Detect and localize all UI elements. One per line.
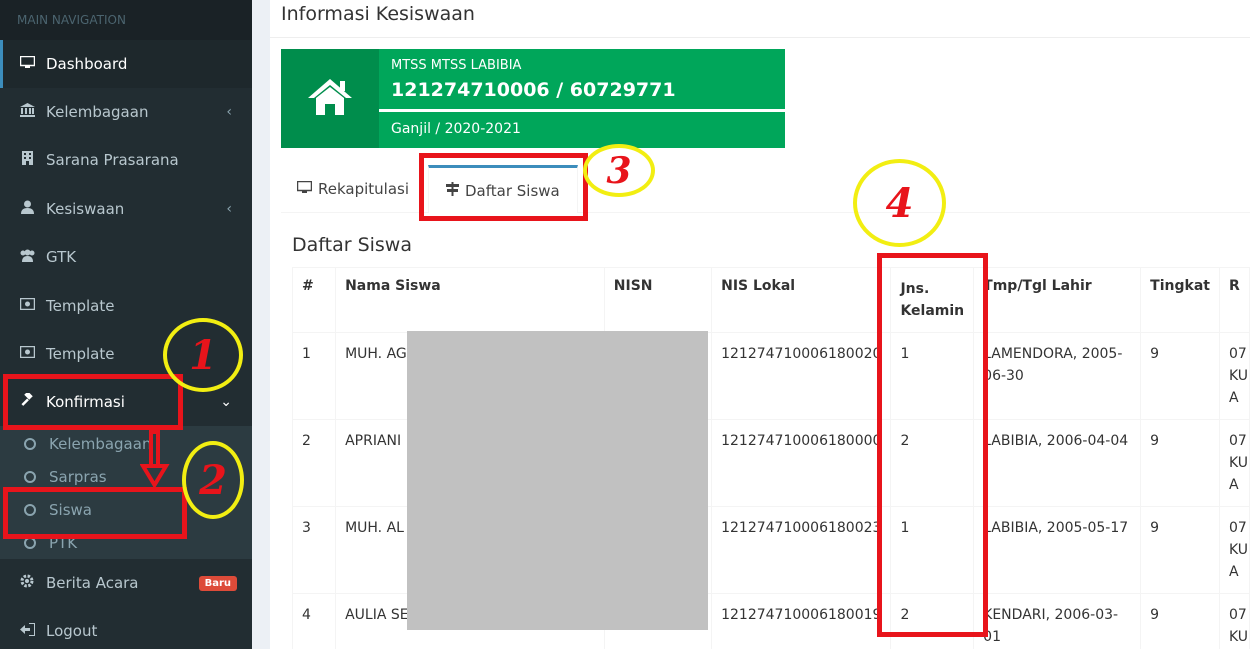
annotation-number: 1 xyxy=(189,331,217,379)
cell-number: 1 xyxy=(291,332,337,420)
column-header[interactable]: Tmp/Tgl Lahir xyxy=(973,267,1142,333)
user-icon xyxy=(18,200,36,218)
sidebar-item-label: Kelembagaan xyxy=(46,103,149,121)
annotation-box-konfirmasi xyxy=(3,374,183,430)
sidebar-item-sarana-prasarana[interactable]: Sarana Prasarana xyxy=(0,136,252,184)
column-header[interactable]: Tingkat xyxy=(1140,267,1220,333)
submenu-item-label: Sarpras xyxy=(49,467,107,486)
cell-r: 07 KU A xyxy=(1218,506,1250,594)
sidebar-item-label: Template xyxy=(46,297,115,315)
progress-bar xyxy=(379,109,785,112)
sidebar-item-gtk[interactable]: GTK xyxy=(0,233,252,281)
cell-birth: LABIBIA, 2006-04-04 xyxy=(973,419,1142,507)
cell-nis-lokal: 121274710006180020 xyxy=(711,332,892,420)
column-header[interactable]: R xyxy=(1218,267,1250,333)
redaction-block xyxy=(407,331,708,630)
school-semester: Ganjil / 2020-2021 xyxy=(391,121,521,137)
cell-grade: 9 xyxy=(1140,332,1220,420)
users-icon xyxy=(18,249,36,266)
sidebar-item-label: Dashboard xyxy=(46,55,128,73)
cog-icon xyxy=(18,574,36,592)
cell-r: 07 KU A xyxy=(1218,332,1250,420)
cell-grade: 9 xyxy=(1140,419,1220,507)
sidebar-item-label: Template xyxy=(46,345,115,363)
sidebar-item-kelembagaan[interactable]: Kelembagaan ‹ xyxy=(0,88,252,136)
annotation-number: 4 xyxy=(885,179,914,227)
column-header[interactable]: Nama Siswa xyxy=(335,267,605,333)
page-title: Informasi Kesiswaan xyxy=(281,3,475,25)
cell-r: 07 KU A xyxy=(1218,593,1250,649)
column-header[interactable]: NIS Lokal xyxy=(711,267,892,333)
school-name: MTSS MTSS LABIBIA xyxy=(391,58,522,73)
annotation-number: 3 xyxy=(606,149,632,192)
annotation-box-jns-kelamin xyxy=(877,253,988,637)
tab-label: Rekapitulasi xyxy=(318,180,410,198)
cell-grade: 9 xyxy=(1140,506,1220,594)
cell-r: 07 KU A xyxy=(1218,419,1250,507)
annotation-circle-3: 3 xyxy=(583,144,655,197)
logout-icon xyxy=(18,621,36,640)
column-header[interactable]: # xyxy=(291,267,337,333)
annotation-circle-1: 1 xyxy=(163,318,243,392)
new-badge: Baru xyxy=(198,575,237,591)
chevron-left-icon: ‹ xyxy=(226,104,232,120)
cell-number: 2 xyxy=(291,419,337,507)
sidebar-item-label: Sarana Prasarana xyxy=(46,151,179,169)
cell-birth: KENDARI, 2006-03-01 xyxy=(973,593,1142,649)
cell-birth: LABIBIA, 2005-05-17 xyxy=(973,506,1142,594)
circle-icon xyxy=(24,470,36,483)
image-icon xyxy=(18,345,36,362)
cell-number: 4 xyxy=(291,593,337,649)
chevron-down-icon: ⌄ xyxy=(220,394,232,410)
sidebar-item-label: Logout xyxy=(46,622,98,640)
sidebar-item-label: GTK xyxy=(46,248,77,266)
sidebar-item-dashboard[interactable]: Dashboard xyxy=(0,40,252,88)
cell-nis-lokal: 121274710006180000 xyxy=(711,419,892,507)
sidebar-header: MAIN NAVIGATION xyxy=(0,0,252,40)
school-info-box: MTSS MTSS LABIBIA 121274710006 / 6072977… xyxy=(281,49,785,148)
home-icon xyxy=(306,77,354,121)
annotation-box-siswa xyxy=(3,487,187,539)
circle-icon xyxy=(24,437,36,450)
annotation-box-daftar-siswa xyxy=(419,153,588,221)
cell-nis-lokal: 121274710006180023 xyxy=(711,506,892,594)
sidebar-item-kesiswaan[interactable]: Kesiswaan ‹ xyxy=(0,185,252,233)
school-icon-box xyxy=(281,49,379,148)
sidebar-item-berita-acara[interactable]: Berita Acara Baru xyxy=(0,559,252,607)
annotation-circle-2: 2 xyxy=(182,441,244,519)
sidebar-item-label: Berita Acara xyxy=(46,574,139,592)
column-header[interactable]: NISN xyxy=(603,267,713,333)
annotation-circle-4: 4 xyxy=(853,159,946,247)
sidebar-item-logout[interactable]: Logout xyxy=(0,607,252,649)
cell-number: 3 xyxy=(291,506,337,594)
cell-birth: LAMENDORA, 2005-06-30 xyxy=(973,332,1142,420)
monitor-icon xyxy=(296,180,313,198)
divider xyxy=(270,37,1250,38)
cell-nis-lokal: 121274710006180019 xyxy=(711,593,892,649)
monitor-icon xyxy=(18,55,36,73)
chevron-left-icon: ‹ xyxy=(226,201,232,217)
tab-rekapitulasi[interactable]: Rekapitulasi xyxy=(286,165,420,213)
bank-icon xyxy=(18,103,36,121)
image-icon xyxy=(18,297,36,314)
building-icon xyxy=(18,151,36,169)
school-code: 121274710006 / 60729771 xyxy=(391,79,676,101)
submenu-item-label: Kelembagaan xyxy=(49,434,152,453)
section-title: Daftar Siswa xyxy=(292,234,412,256)
table-header-row: # Nama Siswa NISN NIS Lokal Jns. Kelamin… xyxy=(291,267,1250,333)
sidebar-item-label: Kesiswaan xyxy=(46,200,125,218)
annotation-number: 2 xyxy=(199,456,227,504)
cell-grade: 9 xyxy=(1140,593,1220,649)
down-arrow-icon xyxy=(140,430,170,489)
